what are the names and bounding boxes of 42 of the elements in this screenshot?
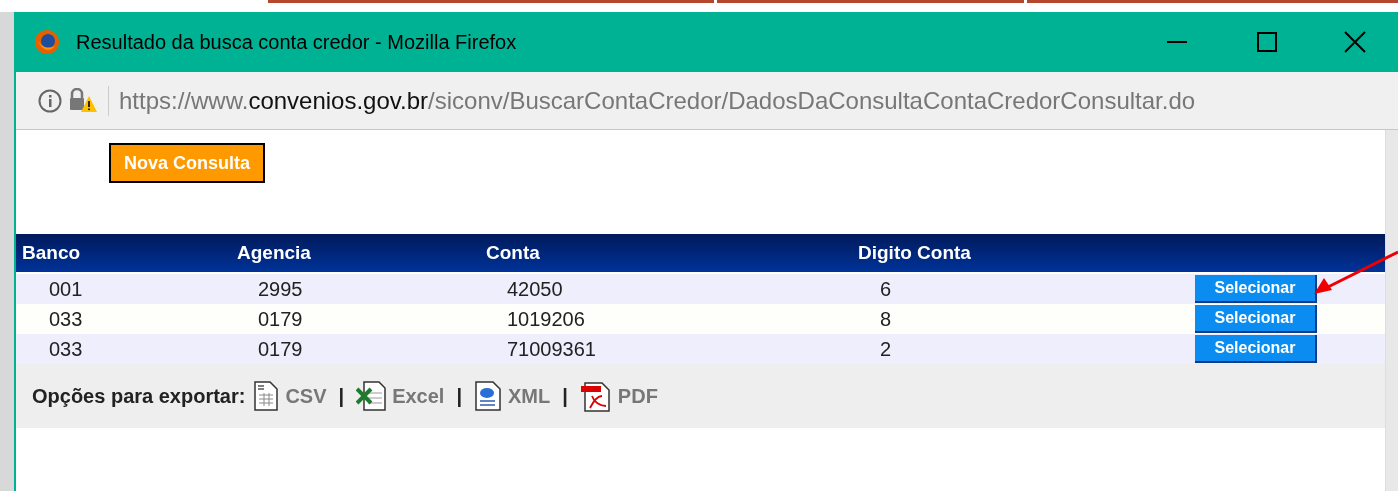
- export-link[interactable]: XML: [508, 381, 551, 411]
- select-button[interactable]: Selecionar: [1195, 275, 1317, 303]
- info-icon: [38, 88, 62, 113]
- export-link[interactable]: Excel: [392, 381, 445, 411]
- table-cell: 0179: [258, 338, 303, 360]
- separator-text: |: [456, 384, 463, 409]
- table-cell: 1019206: [507, 308, 585, 330]
- select-button[interactable]: Selecionar: [1195, 305, 1317, 333]
- table-cell: 6: [880, 278, 892, 300]
- export-link[interactable]: PDF: [617, 381, 658, 411]
- export-link[interactable]: CSV: [285, 381, 327, 411]
- column-header: Agencia: [237, 241, 311, 263]
- excel-file-icon: [356, 381, 387, 411]
- close-icon: [1344, 31, 1366, 53]
- table-cell: 001: [49, 278, 83, 300]
- table-cell: 8: [880, 308, 892, 330]
- table-cell: 2995: [258, 278, 303, 300]
- firefox-logo-icon: [34, 29, 60, 55]
- table-cell: 0179: [258, 308, 303, 330]
- minimize-icon: [1167, 41, 1187, 43]
- insecure-lock-icon: [68, 87, 98, 114]
- export-label: Opções para exportar:: [32, 384, 246, 409]
- table-cell: 42050: [507, 278, 563, 300]
- column-header: Banco: [22, 241, 81, 263]
- web-file-icon: [474, 381, 503, 411]
- table-cell: 033: [49, 338, 83, 360]
- maximize-icon: [1257, 32, 1277, 52]
- scrollbar[interactable]: [1385, 130, 1398, 491]
- separator-text: |: [562, 384, 568, 409]
- table-cell: 2: [880, 338, 892, 360]
- new-search-button[interactable]: Nova Consulta: [109, 143, 266, 183]
- separator-text: |: [338, 384, 345, 409]
- pdf-file-icon: [579, 380, 612, 412]
- table-cell: 033: [49, 308, 83, 330]
- select-button[interactable]: Selecionar: [1195, 335, 1317, 363]
- column-header: Digito Conta: [858, 241, 971, 263]
- url-text: https://www.convenios.gov.br/siconv/BuscarContaCredor/DadosDaConsultaContaCredorConsultar.do: [119, 85, 1196, 116]
- spreadsheet-file-icon: [253, 381, 280, 411]
- address-bar[interactable]: https://www.convenios.gov.br/siconv/BuscarContaCredor/DadosDaConsultaContaCredorConsultar.do: [16, 72, 1398, 130]
- table-cell: 71009361: [507, 338, 596, 360]
- window-title: Resultado da busca conta credor - Mozilla Firefox: [76, 30, 517, 55]
- column-header: Conta: [486, 241, 540, 263]
